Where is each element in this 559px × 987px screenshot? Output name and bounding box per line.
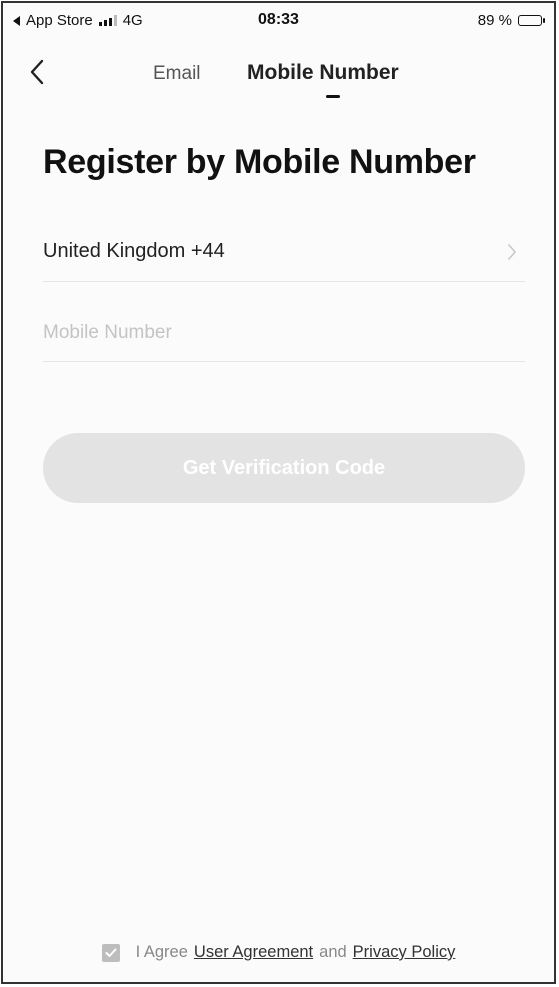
country-label: United Kingdom +44 [43, 240, 225, 262]
active-tab-indicator [326, 95, 340, 98]
phone-screen: App Store 4G 08:33 89 % Email Mobile Num… [1, 1, 556, 984]
tab-mobile-number[interactable]: Mobile Number [247, 61, 399, 85]
privacy-policy-link[interactable]: Privacy Policy [353, 943, 456, 962]
battery-percent: 89 % [477, 12, 512, 29]
user-agreement-link[interactable]: User Agreement [194, 943, 313, 962]
agree-conjunction: and [319, 943, 347, 961]
checkmark-icon [105, 948, 117, 957]
status-time: 08:33 [258, 11, 299, 28]
get-verification-code-button[interactable]: Get Verification Code [43, 433, 525, 503]
chevron-right-icon [508, 244, 516, 260]
country-selector[interactable]: United Kingdom +44 [43, 223, 525, 282]
agree-prefix: I Agree [135, 943, 188, 961]
mobile-number-input[interactable] [43, 305, 525, 361]
status-bar: App Store 4G 08:33 89 % [3, 3, 554, 39]
nav-bar: Email Mobile Number [3, 43, 554, 103]
chevron-left-icon [30, 59, 44, 85]
back-button[interactable] [25, 57, 51, 87]
status-right: 89 % [477, 12, 545, 29]
battery-icon [518, 15, 545, 26]
mobile-number-field [43, 305, 525, 362]
tab-email[interactable]: Email [153, 63, 201, 85]
agreement-row: I Agree User Agreement and Privacy Polic… [3, 943, 554, 962]
agree-checkbox[interactable] [101, 943, 120, 962]
page-title: Register by Mobile Number [43, 143, 476, 181]
